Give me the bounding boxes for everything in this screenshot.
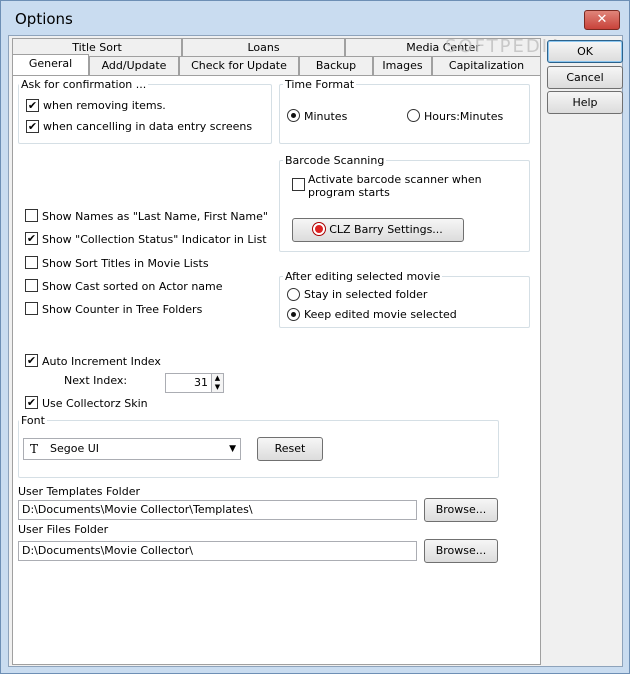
tab-add-update[interactable]: Add/Update [89,56,179,75]
clz-barry-settings-label: CLZ Barry Settings... [329,223,443,236]
files-folder-label: User Files Folder [18,523,109,536]
confirmation-legend: Ask for confirmation ... [19,78,149,91]
window-title: Options [15,10,73,28]
confirm-cancelling-label: when cancelling in data entry screens [43,120,253,133]
after-edit-legend: After editing selected movie [283,270,443,283]
collectorz-skin-label: Use Collectorz Skin [42,397,148,410]
show-counter-checkbox[interactable] [25,302,38,315]
activate-scanner-label-line1: Activate barcode scanner when [308,173,482,186]
activate-scanner-checkbox[interactable] [292,178,305,191]
tab-check-for-update[interactable]: Check for Update [179,56,299,75]
cancel-button[interactable]: Cancel [547,66,623,89]
help-button[interactable]: Help [547,91,623,114]
minutes-label: Minutes [304,110,348,123]
time-format-legend: Time Format [283,78,357,91]
chevron-down-icon: ▼ [229,444,236,454]
show-sort-titles-label: Show Sort Titles in Movie Lists [42,257,209,270]
clz-barry-settings-button[interactable]: CLZ Barry Settings... [292,218,464,242]
auto-increment-checkbox[interactable]: ✔ [25,354,38,367]
options-dialog: Options ✕ Title Sort Loans Media Center … [0,0,630,674]
keep-selected-radio[interactable] [287,308,300,321]
templates-folder-label: User Templates Folder [18,485,140,498]
templates-browse-button[interactable]: Browse... [424,498,498,522]
confirm-removing-checkbox[interactable]: ✔ [26,99,39,112]
tab-backup[interactable]: Backup [299,56,373,75]
show-collection-status-checkbox[interactable]: ✔ [25,232,38,245]
after-edit-group: After editing selected movie Stay in sel… [279,270,530,328]
tab-general[interactable]: General [12,54,89,75]
show-sort-titles-checkbox[interactable] [25,256,38,269]
next-index-input[interactable]: 31 [165,373,215,393]
files-folder-input[interactable]: D:\Documents\Movie Collector\ [18,541,417,561]
font-select-value: Segoe UI [50,442,100,455]
tab-loans[interactable]: Loans [182,38,345,57]
dialog-body: Title Sort Loans Media Center General Ad… [8,35,623,667]
confirm-cancelling-checkbox[interactable]: ✔ [26,120,39,133]
font-reset-button[interactable]: Reset [257,437,323,461]
auto-increment-label: Auto Increment Index [42,355,161,368]
keep-selected-label: Keep edited movie selected [304,308,457,321]
time-format-group: Time Format Minutes Hours:Minutes [279,78,530,144]
tab-capitalization[interactable]: Capitalization [432,56,541,75]
show-cast-sorted-checkbox[interactable] [25,279,38,292]
watermark: SOFTPEDIA [445,36,564,57]
confirm-removing-label: when removing items. [43,99,166,112]
font-group: Font T Segoe UI ▼ Reset [18,414,499,478]
close-button[interactable]: ✕ [584,10,620,30]
hours-minutes-radio[interactable] [407,109,420,122]
tab-images[interactable]: Images [373,56,432,75]
ok-button[interactable]: OK [547,40,623,63]
collectorz-skin-checkbox[interactable]: ✔ [25,396,38,409]
hours-minutes-label: Hours:Minutes [424,110,504,123]
show-names-checkbox[interactable] [25,209,38,222]
font-legend: Font [19,414,47,427]
general-tab-panel: Ask for confirmation ... ✔ when removing… [12,75,541,665]
show-cast-sorted-label: Show Cast sorted on Actor name [42,280,223,293]
stay-in-folder-label: Stay in selected folder [304,288,428,301]
next-index-label: Next Index: [64,374,128,387]
font-select[interactable]: T Segoe UI ▼ [23,438,241,460]
show-counter-label: Show Counter in Tree Folders [42,303,203,316]
files-browse-button[interactable]: Browse... [424,539,498,563]
next-index-spinner[interactable]: ▲ ▼ [211,373,224,393]
stay-in-folder-radio[interactable] [287,288,300,301]
confirmation-group: Ask for confirmation ... ✔ when removing… [18,78,272,144]
clz-barry-icon [313,223,326,235]
minutes-radio[interactable] [287,109,300,122]
font-T-icon: T [30,442,39,456]
title-bar: Options ✕ [1,1,629,35]
barcode-group: Barcode Scanning Activate barcode scanne… [279,154,530,252]
templates-folder-input[interactable]: D:\Documents\Movie Collector\Templates\ [18,500,417,520]
activate-scanner-label-line2: program starts [308,186,390,199]
barcode-legend: Barcode Scanning [283,154,387,167]
show-collection-status-label: Show "Collection Status" Indicator in Li… [42,233,267,246]
show-names-label: Show Names as "Last Name, First Name" [42,210,268,223]
